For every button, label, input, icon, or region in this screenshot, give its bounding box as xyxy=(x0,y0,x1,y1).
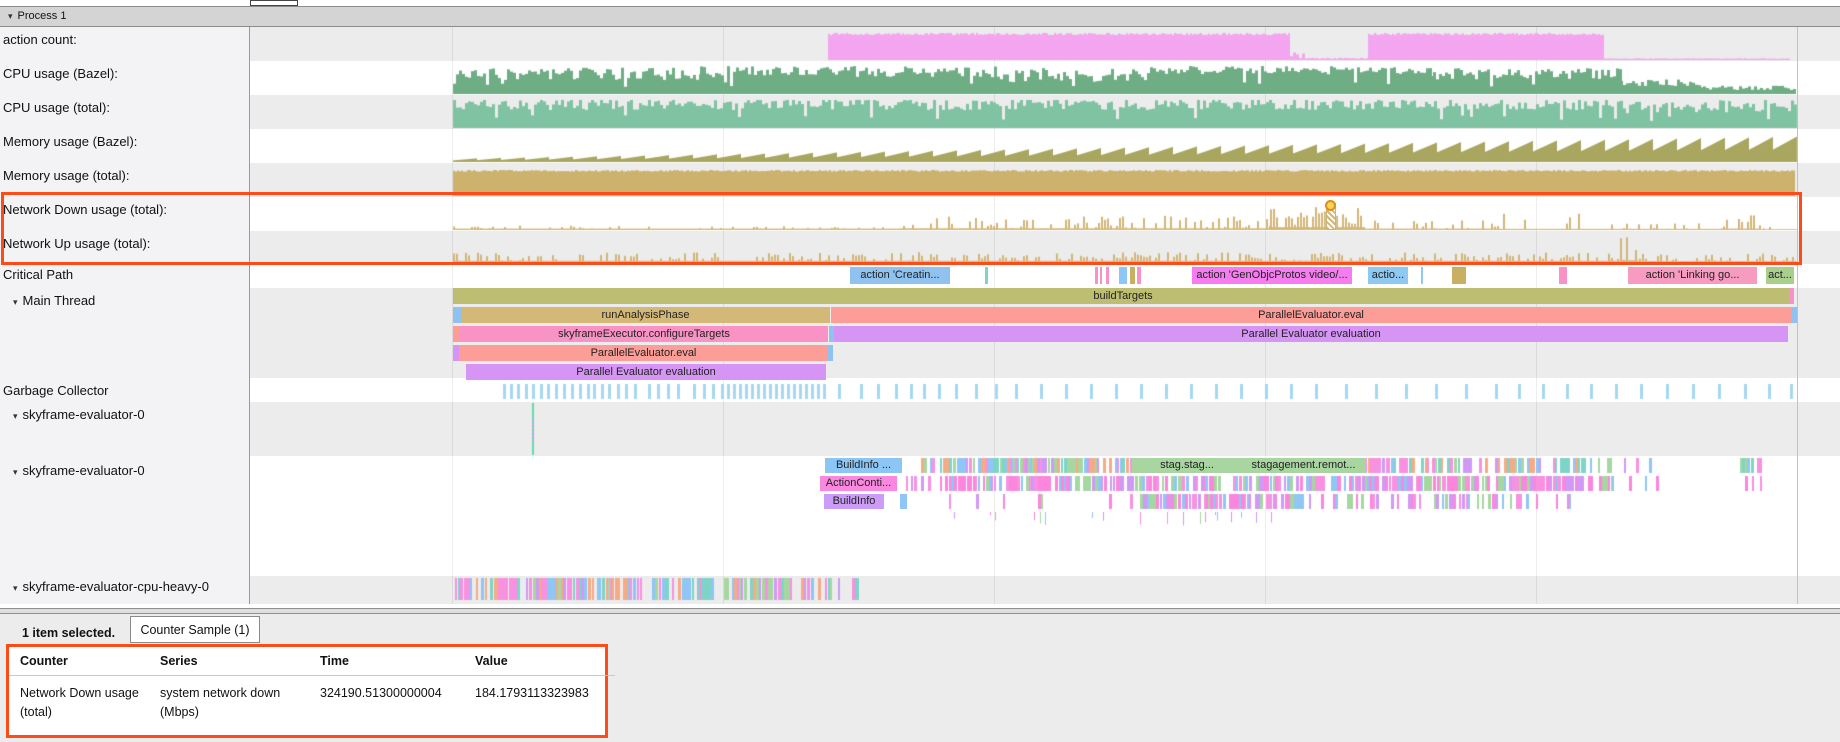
critical-path-slice[interactable] xyxy=(1130,267,1135,284)
cell-series: system network down (Mbps) xyxy=(160,676,320,727)
sidebar-item-label: skyframe-evaluator-0 xyxy=(23,407,145,422)
critical-path-slice[interactable] xyxy=(985,267,988,284)
critical-path-slice[interactable] xyxy=(1137,267,1141,284)
header-series[interactable]: Series xyxy=(160,647,320,676)
main-thread-slice[interactable] xyxy=(1791,307,1797,323)
main-thread-slice[interactable]: ParallelEvaluator.eval xyxy=(459,345,828,361)
sidebar-item-label: skyframe-evaluator-cpu-heavy-0 xyxy=(23,579,209,594)
sidebar-item-label: action count: xyxy=(3,32,77,47)
collapse-arrow-icon: ▾ xyxy=(13,297,18,308)
collapse-arrow-icon: ▾ xyxy=(13,411,18,422)
collapse-arrow-icon: ▾ xyxy=(13,467,18,478)
skyframe-evaluator-slice[interactable] xyxy=(900,494,907,509)
sidebar-item-memory-usage-bazel[interactable]: Memory usage (Bazel): xyxy=(0,134,248,149)
sidebar-item-label: CPU usage (Bazel): xyxy=(3,66,118,81)
selection-status: 1 item selected. xyxy=(22,620,115,646)
sidebar-item-critical-path[interactable]: Critical Path xyxy=(0,267,248,282)
critical-path-slice[interactable] xyxy=(1421,267,1423,284)
critical-path-slice[interactable] xyxy=(1095,267,1098,284)
sidebar-item-label: Garbage Collector xyxy=(3,383,109,398)
skyframe-evaluator-slice[interactable]: stag.stag... xyxy=(1132,458,1242,473)
sidebar-item-label: CPU usage (total): xyxy=(3,100,110,115)
ruler-marker xyxy=(250,0,298,6)
tab-counter-sample[interactable]: Counter Sample (1) xyxy=(130,616,260,643)
main-thread-slice[interactable] xyxy=(453,307,461,323)
sidebar-item-skyframe-evaluator-cpu-heavy-0[interactable]: ▾ skyframe-evaluator-cpu-heavy-0 xyxy=(0,579,248,594)
main-thread-slice[interactable] xyxy=(828,345,833,361)
critical-path-slice[interactable] xyxy=(1452,267,1466,284)
process-label: Process 1 xyxy=(18,10,67,22)
sidebar-item-label: Critical Path xyxy=(3,267,73,282)
counter-sample-table: Counter Series Time Value Network Down u… xyxy=(9,647,615,726)
sidebar-item-cpu-usage-bazel[interactable]: CPU usage (Bazel): xyxy=(0,66,248,81)
cell-counter: Network Down usage (total) xyxy=(9,676,160,727)
sidebar-item-skyframe-evaluator-0[interactable]: ▾ skyframe-evaluator-0 xyxy=(0,407,248,422)
track-label-pane: action count: CPU usage (Bazel): CPU usage… xyxy=(0,27,250,608)
collapse-arrow-icon: ▾ xyxy=(8,7,13,26)
header-counter[interactable]: Counter xyxy=(9,647,160,676)
table-highlight-box: Counter Series Time Value Network Down u… xyxy=(6,644,608,738)
table-header-row: Counter Series Time Value xyxy=(9,647,615,676)
critical-path-slice[interactable] xyxy=(1119,267,1127,284)
sidebar-item-label: Memory usage (Bazel): xyxy=(3,134,137,149)
sidebar-item-label: Main Thread xyxy=(23,293,96,308)
sidebar-item-main-thread[interactable]: ▾ Main Thread xyxy=(0,293,248,308)
main-thread-slice[interactable]: buildTargets xyxy=(453,288,1793,304)
trace-viewer: ▾ Process 1 action 'Creatin... action 'Gen… xyxy=(0,0,1840,742)
sidebar-item-memory-usage-total[interactable]: Memory usage (total): xyxy=(0,168,248,183)
header-value[interactable]: Value xyxy=(475,647,615,676)
critical-path-slice[interactable]: actio... xyxy=(1368,267,1408,284)
collapse-arrow-icon: ▾ xyxy=(13,583,18,594)
skyframe-evaluator-slice[interactable]: BuildInfo ... xyxy=(825,458,902,473)
main-thread-slice[interactable]: ParallelEvaluator.eval xyxy=(831,307,1791,323)
main-thread-slice[interactable]: Parallel Evaluator evaluation xyxy=(466,364,826,380)
main-thread-slice[interactable] xyxy=(453,326,460,342)
sidebar-item-skyframe-evaluator-0[interactable]: ▾ skyframe-evaluator-0 xyxy=(0,463,248,478)
critical-path-slice[interactable] xyxy=(1100,267,1102,284)
critical-path-slice[interactable]: act... xyxy=(1766,267,1794,284)
sidebar-item-label: skyframe-evaluator-0 xyxy=(23,463,145,478)
critical-path-slice[interactable] xyxy=(1559,267,1567,284)
critical-path-slice[interactable]: action 'Creatin... xyxy=(850,267,950,284)
main-thread-slice[interactable]: skyframeExecutor.configureTargets xyxy=(460,326,828,342)
skyframe-evaluator-slice[interactable]: ActionConti... xyxy=(820,476,897,491)
process-header[interactable]: ▾ Process 1 xyxy=(0,6,1840,27)
skyframe-evaluator-slice[interactable]: BuildInfo xyxy=(824,494,884,509)
main-thread-slice[interactable] xyxy=(1790,288,1794,304)
header-time[interactable]: Time xyxy=(320,647,475,676)
sidebar-item-label: Memory usage (total): xyxy=(3,168,129,183)
critical-path-slice[interactable]: action 'Linking go... xyxy=(1628,267,1757,284)
skyframe-evaluator-slice[interactable]: stagagement.remot... xyxy=(1242,458,1365,473)
main-thread-slice[interactable]: Parallel Evaluator evaluation xyxy=(834,326,1788,342)
sidebar-item-cpu-usage-total[interactable]: CPU usage (total): xyxy=(0,100,248,115)
sidebar-item-action-count[interactable]: action count: xyxy=(0,32,248,47)
sidebar-item-garbage-collector[interactable]: Garbage Collector xyxy=(0,383,248,398)
cell-value: 184.1793113323983 xyxy=(475,676,615,727)
table-row[interactable]: Network Down usage (total) system networ… xyxy=(9,676,615,727)
cell-time: 324190.51300000004 xyxy=(320,676,475,727)
main-thread-slice[interactable]: runAnalysisPhase xyxy=(461,307,830,323)
critical-path-slice[interactable]: action 'GenObjcProtos video/... xyxy=(1192,267,1352,284)
network-highlight-box xyxy=(1,192,1802,265)
critical-path-slice[interactable] xyxy=(1106,267,1109,284)
